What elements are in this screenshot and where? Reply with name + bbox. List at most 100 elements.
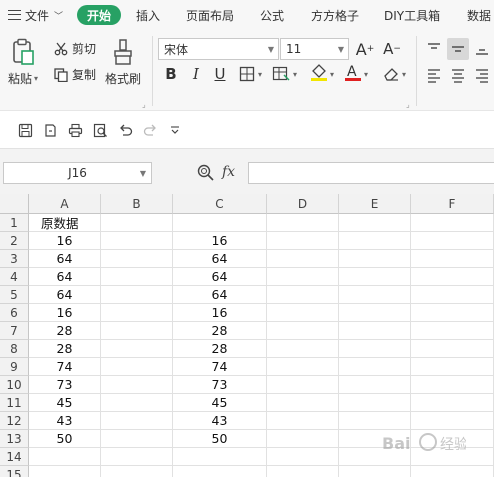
cell-d6[interactable] — [267, 304, 339, 322]
row-header-8[interactable]: 8 — [0, 340, 29, 358]
decrease-font-icon[interactable]: A − — [381, 38, 403, 60]
cell-e5[interactable] — [339, 286, 411, 304]
cell-d3[interactable] — [267, 250, 339, 268]
eraser-icon[interactable] — [380, 63, 402, 85]
row-header-10[interactable]: 10 — [0, 376, 29, 394]
cell-a13[interactable]: 50 — [29, 430, 101, 448]
cell-c10[interactable]: 73 — [173, 376, 267, 394]
cell-b5[interactable] — [101, 286, 173, 304]
cell-f8[interactable] — [411, 340, 494, 358]
cell-c6[interactable]: 16 — [173, 304, 267, 322]
cell-f9[interactable] — [411, 358, 494, 376]
cell-a8[interactable]: 28 — [29, 340, 101, 358]
cell-style-icon[interactable] — [270, 63, 292, 85]
cell-e3[interactable] — [339, 250, 411, 268]
cell-e7[interactable] — [339, 322, 411, 340]
paste-button[interactable]: 粘贴 ▾ — [8, 38, 38, 87]
cell-d7[interactable] — [267, 322, 339, 340]
name-box[interactable]: J16 ▼ — [3, 162, 152, 184]
cell-a2[interactable]: 16 — [29, 232, 101, 250]
cell-f1[interactable] — [411, 214, 494, 232]
clipboard-launcher-icon[interactable]: ⌟ — [142, 100, 146, 109]
column-header-f[interactable]: F — [411, 194, 494, 214]
cell-f7[interactable] — [411, 322, 494, 340]
cell-b10[interactable] — [101, 376, 173, 394]
cell-f4[interactable] — [411, 268, 494, 286]
column-header-b[interactable]: B — [101, 194, 173, 214]
cell-b15[interactable] — [101, 466, 173, 477]
tab-page-layout[interactable]: 页面布局 — [186, 5, 234, 25]
cell-b12[interactable] — [101, 412, 173, 430]
cell-f3[interactable] — [411, 250, 494, 268]
bold-icon[interactable]: B — [160, 63, 182, 85]
cell-e15[interactable] — [339, 466, 411, 477]
customize-toolbar-icon[interactable] — [166, 121, 184, 139]
cell-d5[interactable] — [267, 286, 339, 304]
cell-c3[interactable]: 64 — [173, 250, 267, 268]
align-middle-icon[interactable] — [447, 38, 469, 60]
row-header-11[interactable]: 11 — [0, 394, 29, 412]
column-header-c[interactable]: C — [173, 194, 267, 214]
font-launcher-icon[interactable]: ⌟ — [406, 100, 410, 109]
cell-c2[interactable]: 16 — [173, 232, 267, 250]
export-icon[interactable] — [41, 121, 59, 139]
cell-c9[interactable]: 74 — [173, 358, 267, 376]
row-header-5[interactable]: 5 — [0, 286, 29, 304]
cell-e1[interactable] — [339, 214, 411, 232]
cell-a14[interactable] — [29, 448, 101, 466]
cell-d15[interactable] — [267, 466, 339, 477]
cell-a3[interactable]: 64 — [29, 250, 101, 268]
cell-e10[interactable] — [339, 376, 411, 394]
chevron-down-icon[interactable]: ▾ — [330, 70, 334, 79]
zoom-icon[interactable] — [196, 163, 216, 186]
align-center-icon[interactable] — [447, 64, 469, 86]
cell-a1[interactable]: 原数据 — [29, 214, 101, 232]
chevron-down-icon[interactable]: ▾ — [402, 70, 406, 79]
cell-b2[interactable] — [101, 232, 173, 250]
tab-insert[interactable]: 插入 — [136, 5, 160, 25]
cell-d1[interactable] — [267, 214, 339, 232]
row-header-13[interactable]: 13 — [0, 430, 29, 448]
fill-color-icon[interactable] — [308, 61, 330, 83]
cell-f6[interactable] — [411, 304, 494, 322]
cell-c11[interactable]: 45 — [173, 394, 267, 412]
cell-a10[interactable]: 73 — [29, 376, 101, 394]
align-left-icon[interactable] — [423, 64, 445, 86]
cell-a11[interactable]: 45 — [29, 394, 101, 412]
cell-d8[interactable] — [267, 340, 339, 358]
cell-b6[interactable] — [101, 304, 173, 322]
cell-e8[interactable] — [339, 340, 411, 358]
function-icon[interactable]: fx — [222, 164, 235, 180]
align-bottom-icon[interactable] — [471, 38, 493, 60]
cell-c14[interactable] — [173, 448, 267, 466]
cell-e2[interactable] — [339, 232, 411, 250]
cell-a5[interactable]: 64 — [29, 286, 101, 304]
row-header-2[interactable]: 2 — [0, 232, 29, 250]
format-painter-button[interactable]: 格式刷 — [105, 38, 141, 87]
cell-b4[interactable] — [101, 268, 173, 286]
row-header-9[interactable]: 9 — [0, 358, 29, 376]
font-color-icon[interactable]: A — [342, 61, 364, 83]
copy-button[interactable]: 复制 — [54, 66, 96, 83]
cut-button[interactable]: 剪切 — [54, 40, 96, 57]
row-header-4[interactable]: 4 — [0, 268, 29, 286]
cell-f2[interactable] — [411, 232, 494, 250]
row-header-6[interactable]: 6 — [0, 304, 29, 322]
formula-input[interactable] — [248, 162, 494, 184]
select-all-corner[interactable] — [0, 194, 29, 214]
print-preview-icon[interactable] — [91, 121, 109, 139]
cell-d11[interactable] — [267, 394, 339, 412]
cell-a9[interactable]: 74 — [29, 358, 101, 376]
row-header-14[interactable]: 14 — [0, 448, 29, 466]
undo-icon[interactable] — [116, 121, 134, 139]
cell-c8[interactable]: 28 — [173, 340, 267, 358]
cell-a7[interactable]: 28 — [29, 322, 101, 340]
cell-c12[interactable]: 43 — [173, 412, 267, 430]
cell-b1[interactable] — [101, 214, 173, 232]
redo-icon[interactable] — [141, 121, 159, 139]
align-right-icon[interactable] — [471, 64, 493, 86]
tab-home[interactable]: 开始 — [77, 5, 121, 25]
cell-b3[interactable] — [101, 250, 173, 268]
cell-c1[interactable] — [173, 214, 267, 232]
tab-diy-toolbox[interactable]: DIY工具箱 — [384, 5, 440, 25]
